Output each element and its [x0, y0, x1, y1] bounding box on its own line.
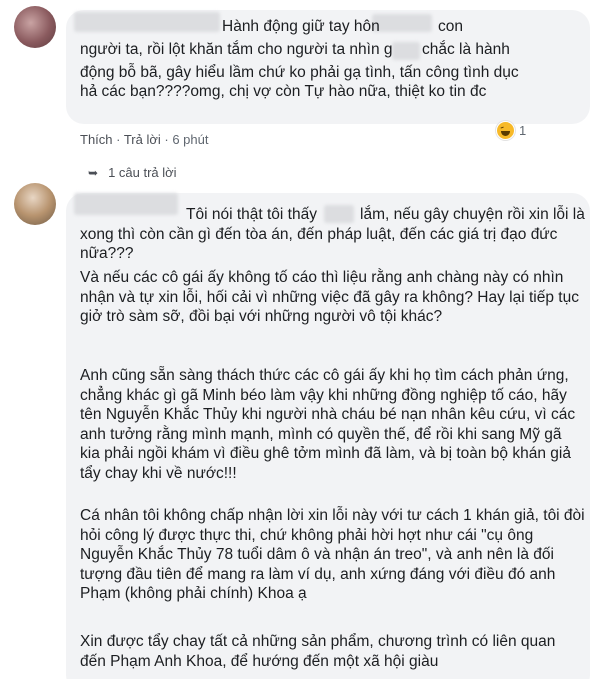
separator: ·: [160, 132, 173, 147]
comment-paragraph: Anh cũng sẵn sàng thách thức các cô gái …: [80, 367, 576, 482]
comment-text: Hành động giữ tay hôn: [222, 18, 380, 35]
haha-icon: [496, 121, 515, 140]
comment-meta: Thích · Trả lời · 6 phút: [80, 132, 209, 147]
replies-count-label: 1 câu trả lời: [108, 165, 177, 180]
redacted-text: [392, 42, 420, 60]
redacted-name: [74, 12, 220, 32]
commenter-avatar[interactable]: [14, 183, 56, 225]
timestamp[interactable]: 6 phút: [172, 132, 208, 147]
separator: ·: [112, 132, 124, 147]
comment-paragraph: Xin được tẩy chay tất cả những sản phẩm,…: [80, 633, 556, 670]
reaction-count: 1: [519, 123, 527, 138]
comment-paragraph: Và nếu các cô gái ấy không tố cáo thì li…: [80, 269, 579, 325]
comment-text: chắc là hành: [422, 41, 510, 58]
commenter-avatar[interactable]: [14, 6, 56, 48]
like-link[interactable]: Thích: [80, 132, 113, 147]
reply-link[interactable]: Trả lời: [124, 132, 161, 147]
comment-text: động bỗ bã, gây hiểu lầm chứ ko phải gạ …: [80, 64, 519, 100]
redacted-text: [372, 14, 432, 32]
comment-text: con: [438, 18, 463, 35]
reply-arrow-icon: ➥: [88, 165, 99, 180]
reaction-summary[interactable]: 1: [496, 121, 526, 140]
comment-paragraph: Cá nhân tôi không chấp nhận lời xin lỗi …: [80, 507, 585, 602]
comment-paragraph: lắm, nếu gây chuyện rồi xin lỗi là xong …: [80, 206, 585, 262]
comment-text: người ta, rồi lột khăn tắm cho người ta …: [80, 41, 393, 58]
view-replies-link[interactable]: ➥ 1 câu trả lời: [88, 165, 177, 180]
